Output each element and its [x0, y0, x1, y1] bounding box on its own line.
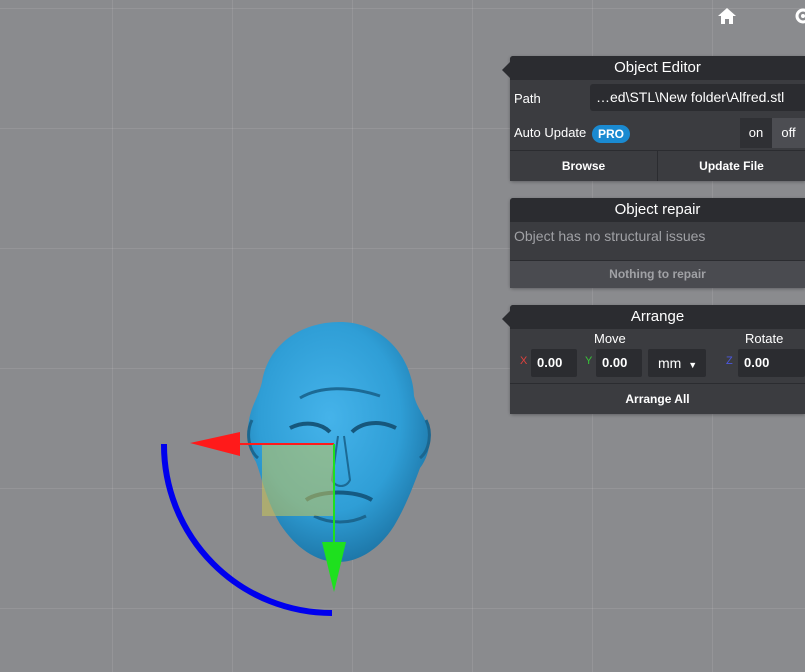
- move-label: Move: [594, 331, 626, 346]
- gear-icon[interactable]: [793, 6, 805, 26]
- arrange-title: Arrange: [510, 305, 805, 329]
- chevron-down-icon: ▼: [688, 360, 698, 370]
- auto-update-off-button[interactable]: off: [772, 118, 805, 148]
- browse-button[interactable]: Browse: [510, 151, 657, 181]
- rotate-z-input[interactable]: 0.00: [738, 349, 805, 377]
- arrange-all-button[interactable]: Arrange All: [510, 383, 805, 414]
- x-axis-label: X: [520, 355, 528, 367]
- path-field[interactable]: …ed\STL\New folder\Alfred.stl: [590, 84, 805, 111]
- object-editor-actions: Browse Update File: [510, 150, 805, 181]
- panel-pointer: [502, 311, 510, 327]
- object-repair-panel: Object repair Object has no structural i…: [510, 198, 805, 288]
- move-x-input[interactable]: 0.00: [531, 349, 577, 377]
- arrange-inputs-row: X 0.00 Y 0.00 mm ▼ Z 0.00: [510, 345, 805, 383]
- update-file-button[interactable]: Update File: [657, 151, 805, 181]
- arrange-section-labels: Move Rotate: [510, 329, 805, 346]
- unit-select[interactable]: mm ▼: [648, 349, 706, 377]
- object-repair-title: Object repair: [510, 198, 805, 222]
- panel-pointer: [502, 62, 510, 78]
- xy-plane-handle[interactable]: [262, 444, 334, 516]
- path-row: Path …ed\STL\New folder\Alfred.stl: [510, 80, 805, 116]
- home-icon[interactable]: [717, 6, 737, 26]
- object-editor-panel: Object Editor Path …ed\STL\New folder\Al…: [502, 56, 805, 181]
- y-axis-label: Y: [585, 355, 593, 367]
- path-label: Path: [514, 91, 541, 106]
- move-y-input[interactable]: 0.00: [596, 349, 642, 377]
- unit-value: mm: [658, 355, 682, 371]
- model-head[interactable]: [247, 322, 431, 562]
- pro-badge: PRO: [592, 125, 631, 143]
- nothing-to-repair-button[interactable]: Nothing to repair: [510, 260, 805, 288]
- rotate-label: Rotate: [745, 331, 784, 346]
- repair-status-message: Object has no structural issues: [514, 228, 706, 244]
- z-axis-label: Z: [726, 355, 733, 367]
- auto-update-label: Auto Update: [514, 125, 587, 140]
- object-editor-title: Object Editor: [510, 56, 805, 80]
- arrange-panel: Arrange Move Rotate X 0.00 Y 0.00 mm ▼ Z…: [502, 305, 805, 414]
- auto-update-on-button[interactable]: on: [740, 118, 772, 148]
- auto-update-row: Auto Update PRO on off: [510, 116, 805, 150]
